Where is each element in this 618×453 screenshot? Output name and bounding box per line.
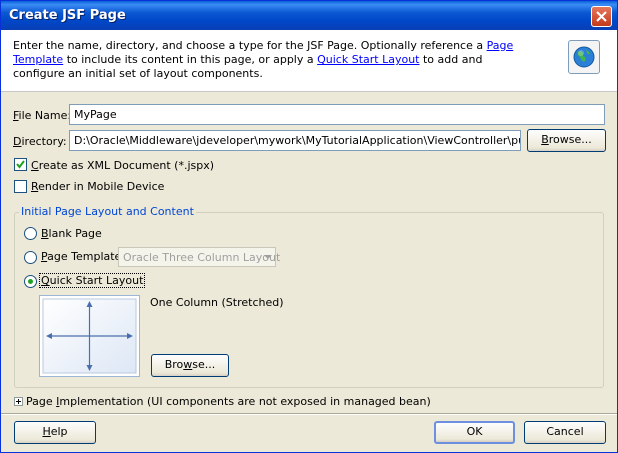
file-name-input[interactable]: MyPage <box>69 104 605 125</box>
close-button[interactable] <box>591 6 612 27</box>
globe-icon <box>568 40 600 74</box>
page-template-select-value: Oracle Three Column Layout <box>123 251 281 264</box>
dialog-title: Create JSF Page <box>9 8 126 23</box>
layout-name-label: One Column (Stretched) <box>150 296 284 309</box>
file-name-label: File Name: <box>13 109 72 122</box>
expand-plus-icon[interactable] <box>14 397 23 406</box>
mobile-device-label: Render in Mobile Device <box>31 180 165 193</box>
layout-browse-button[interactable]: Browse... <box>151 354 229 377</box>
xml-document-checkbox[interactable] <box>14 158 27 171</box>
page-implementation-note: (UI components are not exposed in manage… <box>147 395 431 408</box>
help-button[interactable]: Help <box>14 421 96 444</box>
footer-divider-highlight <box>1 414 617 415</box>
page-template-label: Page Template <box>41 250 122 263</box>
quick-start-layout-label: Quick Start Layout <box>39 273 146 288</box>
title-bar[interactable]: Create JSF Page <box>1 1 617 30</box>
checkmark-icon <box>16 160 25 169</box>
create-jsf-page-dialog: Create JSF Page Enter the name, director… <box>0 0 618 453</box>
description-panel: Enter the name, directory, and choose a … <box>1 30 617 92</box>
page-template-radio[interactable] <box>24 251 37 264</box>
blank-page-radio[interactable] <box>24 227 37 240</box>
layout-preview-icon <box>42 298 137 374</box>
description-text: Enter the name, directory, and choose a … <box>13 39 523 81</box>
description-part-2: to include its content in this page, or … <box>63 53 318 66</box>
quick-start-layout-link[interactable]: Quick Start Layout <box>317 53 419 66</box>
directory-label: Directory: <box>13 135 67 148</box>
xml-document-label: Create as XML Document (*.jspx) <box>31 159 215 172</box>
layout-preview-thumbnail <box>39 295 140 377</box>
directory-input[interactable]: D:\Oracle\Middleware\jdeveloper\mywork\M… <box>69 130 521 151</box>
page-implementation-toggle[interactable]: Page Implementation (UI components are n… <box>26 395 431 408</box>
description-part-1: Enter the name, directory, and choose a … <box>13 39 487 52</box>
directory-browse-button[interactable]: Browse... <box>527 129 606 152</box>
ok-button[interactable]: OK <box>434 421 515 444</box>
mobile-device-checkbox[interactable] <box>14 180 27 193</box>
blank-page-label: Blank Page <box>41 227 102 240</box>
chevron-down-icon <box>264 255 272 259</box>
close-icon <box>596 11 607 22</box>
cancel-button[interactable]: Cancel <box>524 421 606 444</box>
initial-layout-group-title: Initial Page Layout and Content <box>19 205 196 218</box>
page-template-select[interactable]: Oracle Three Column Layout <box>118 247 280 267</box>
quick-start-layout-radio[interactable] <box>24 275 37 288</box>
